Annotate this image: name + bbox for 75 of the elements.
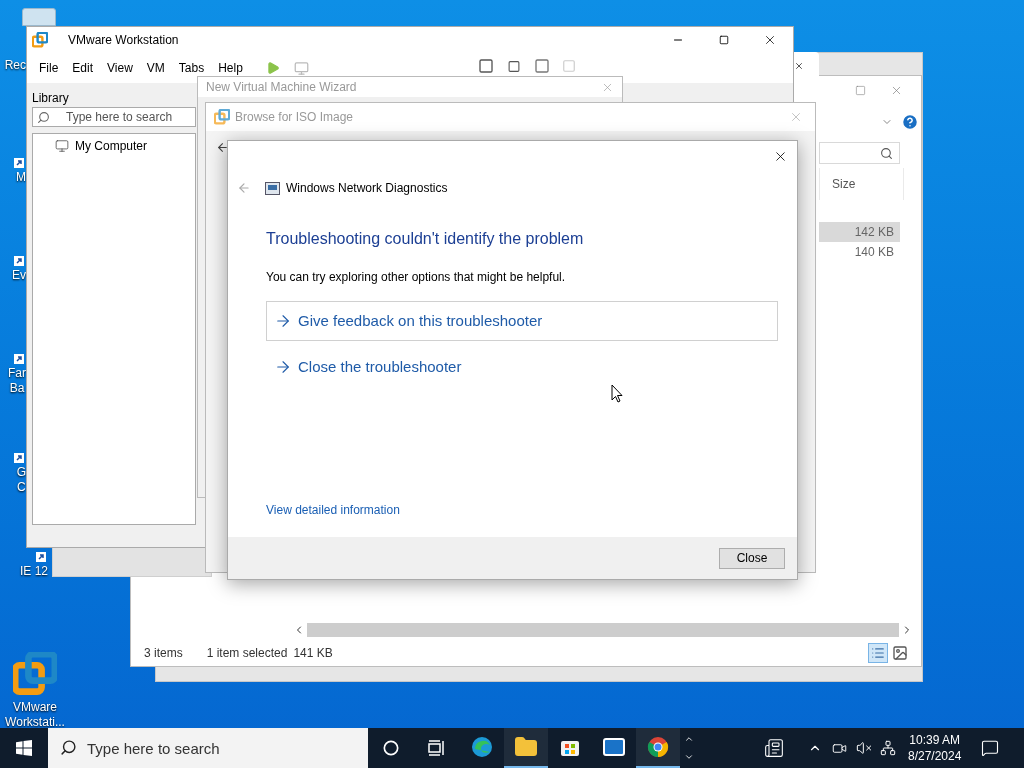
taskbar-app-button[interactable]: [636, 728, 680, 768]
status-text: 141 KB: [293, 645, 333, 662]
desktop-icon-label[interactable]: M: [16, 170, 26, 185]
folder-icon: [514, 735, 538, 759]
tree-item[interactable]: My Computer: [55, 137, 148, 155]
search-field[interactable]: [819, 142, 900, 164]
windows-logo-icon: [16, 740, 32, 756]
desktop-icon-label[interactable]: VMware Workstati...: [5, 700, 65, 730]
search-icon: [880, 146, 893, 160]
column-header[interactable]: Size: [819, 168, 904, 200]
chevron-down-icon[interactable]: [684, 752, 694, 762]
shortcut-arrow-icon: [14, 158, 24, 168]
close-button[interactable]: Close: [719, 547, 785, 569]
desktop-icon-label[interactable]: Rec: [4, 58, 26, 73]
arrow-right-icon: [274, 312, 292, 330]
circle-icon: [383, 740, 399, 756]
file-size-cell[interactable]: 142 KB: [819, 222, 900, 242]
dialog-text: You can try exploring other options that might be helpful.: [266, 269, 567, 286]
horizontal-scrollbar[interactable]: [307, 623, 899, 637]
taskbar-app-button[interactable]: [504, 728, 548, 768]
view-icon[interactable]: [478, 58, 494, 74]
menu-item[interactable]: Help: [211, 59, 250, 77]
shortcut-arrow-icon: [14, 354, 24, 364]
network-icon[interactable]: [880, 740, 896, 756]
edge-icon: [470, 735, 494, 759]
view-icon[interactable]: [506, 59, 522, 73]
close-icon[interactable]: [773, 149, 788, 164]
vmware-icon: [13, 652, 57, 696]
news-icon[interactable]: [762, 738, 786, 758]
details-link[interactable]: View detailed information: [266, 501, 777, 519]
task-view-icon: [428, 740, 446, 756]
close-icon[interactable]: [794, 61, 804, 71]
dialog-title: Windows Network Diagnostics: [286, 180, 448, 197]
shortcut-arrow-icon: [14, 453, 24, 463]
chrome-icon: [646, 735, 670, 759]
desktop-icon-label[interactable]: G C: [16, 465, 26, 495]
panel-title: Library: [32, 90, 70, 107]
status-text: 3 items: [144, 645, 183, 662]
search-icon: [37, 110, 50, 124]
computer-icon: [55, 139, 69, 153]
desktop-icon-label[interactable]: Ev: [12, 268, 26, 283]
close-icon: [763, 33, 777, 47]
notification-icon[interactable]: [981, 739, 1000, 757]
menu-item[interactable]: File: [32, 59, 66, 77]
menu-item[interactable]: Tabs: [171, 59, 212, 77]
troubleshooter-option[interactable]: Close the troubleshooter: [266, 347, 778, 387]
menu-item[interactable]: View: [100, 59, 140, 77]
window-title: Browse for ISO Image: [235, 109, 354, 126]
status-text: 1 item selected: [206, 645, 288, 662]
clock[interactable]: 10:39 AM 8/27/2024: [908, 732, 962, 764]
network-diagnostics-icon: [265, 181, 280, 195]
desktop-icon-label[interactable]: Far Ba: [8, 366, 26, 396]
search-field[interactable]: Type here to search: [32, 107, 196, 127]
shortcut-arrow-icon: [14, 256, 24, 266]
vmware-logo-icon: [32, 32, 48, 48]
muted-speaker-icon[interactable]: [856, 740, 872, 756]
arrow-right-icon: [274, 358, 292, 376]
window-title: New Virtual Machine Wizard: [206, 79, 357, 96]
chevron-up-icon[interactable]: [684, 734, 694, 744]
window-title: VMware Workstation: [68, 32, 179, 49]
shortcut-arrow-icon: [36, 552, 46, 562]
desktop-icon-label[interactable]: IE 12: [19, 564, 48, 579]
preview-view-icon[interactable]: [892, 645, 908, 661]
vmware-logo-icon: [214, 109, 230, 125]
menu-item[interactable]: Edit: [65, 59, 101, 77]
back-arrow-icon[interactable]: [216, 141, 229, 154]
troubleshooter-option[interactable]: Give feedback on this troubleshooter: [266, 301, 778, 341]
taskbar-search-field[interactable]: Type here to search: [48, 728, 368, 768]
maximize-icon: [719, 35, 729, 45]
search-icon: [60, 739, 77, 756]
recycle-bin-icon: [22, 8, 56, 26]
mouse-cursor-icon: [611, 384, 623, 403]
dialog-heading: Troubleshooting couldn't identify the problem: [266, 229, 585, 249]
help-icon[interactable]: [901, 113, 919, 131]
menu-item[interactable]: VM: [139, 59, 172, 77]
